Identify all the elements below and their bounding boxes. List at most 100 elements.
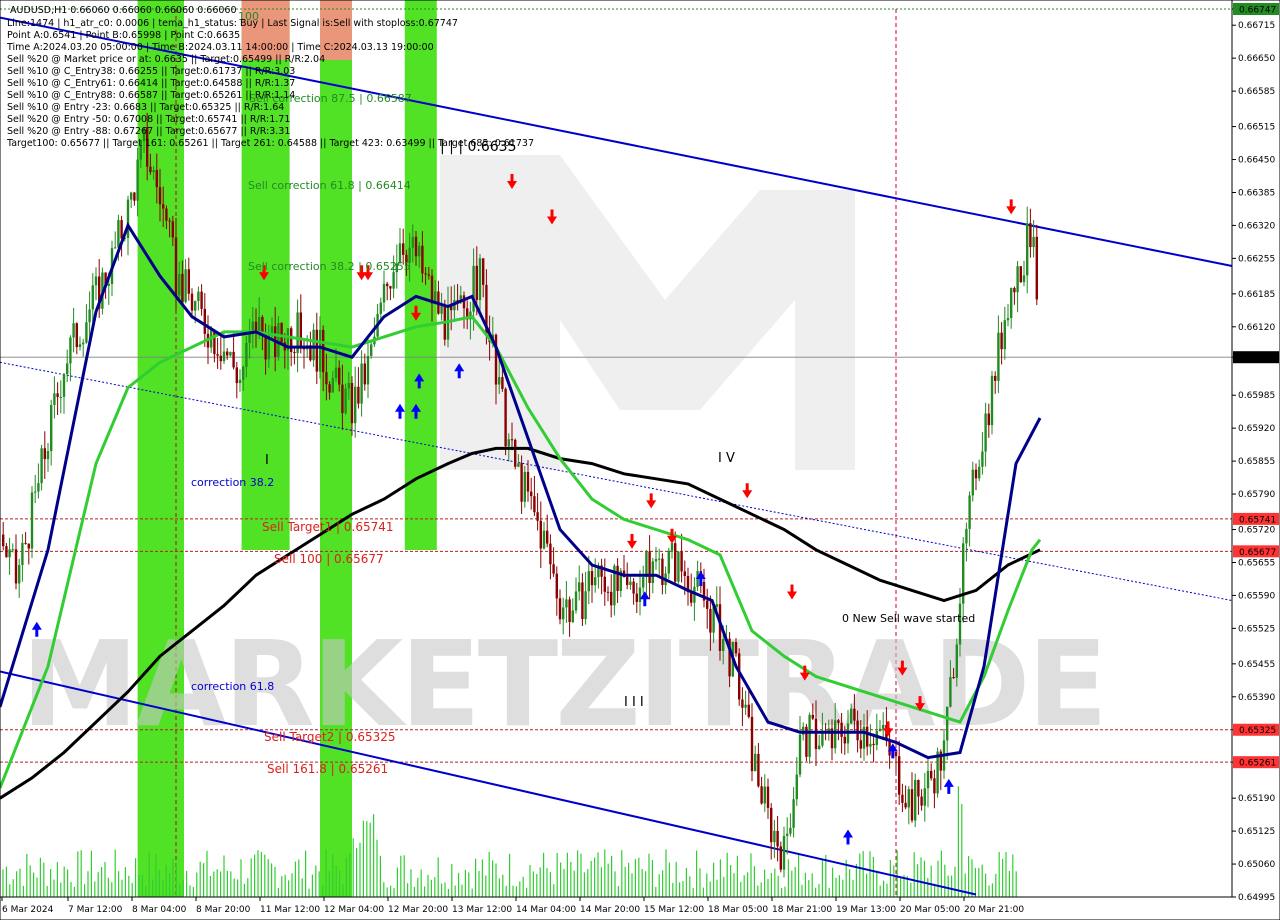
bullish-candle [523, 471, 526, 502]
bullish-candle [498, 377, 501, 385]
bearish-candle [510, 439, 514, 441]
bullish-candle [792, 799, 795, 828]
bullish-candle [37, 483, 40, 492]
bearish-candle [165, 208, 168, 221]
bearish-candle [994, 375, 997, 381]
chart-container: MARKETZITRADE Sell correction 87.5 | 0.6… [0, 0, 1280, 921]
bearish-candle [856, 720, 859, 741]
bearish-candle [674, 543, 677, 582]
bullish-candle [670, 543, 674, 551]
time-tick-label: 20 Mar 05:00 [900, 905, 960, 915]
price-tick-label: 0.64995 [1238, 893, 1275, 903]
bearish-candle [648, 551, 651, 584]
price-level-badge-label: 0.65261 [1239, 759, 1276, 769]
bearish-candle [709, 608, 712, 633]
bullish-candle [574, 591, 578, 611]
bearish-candle [533, 496, 536, 513]
bullish-candle [94, 276, 98, 286]
bullish-candle [834, 720, 837, 749]
time-tick-label: 19 Mar 13:00 [836, 905, 896, 915]
bullish-candle [594, 577, 597, 586]
bullish-candle [222, 351, 226, 362]
bearish-candle [386, 283, 389, 287]
bearish-candle [424, 273, 427, 275]
price-level-badge-label: 0.65741 [1239, 515, 1276, 525]
bearish-candle [226, 351, 229, 356]
bullish-candle [798, 734, 802, 775]
price-level-badge-label: 0.65677 [1239, 548, 1276, 558]
bullish-candle [62, 374, 66, 397]
bullish-candle [1032, 236, 1035, 248]
info-line: Sell %20 @ Entry -50: 0.67008 || Target:… [7, 114, 290, 125]
header-symbol: AUDUSD,H1 0.66060 0.66060 0.66060 0.6606… [10, 5, 237, 16]
bearish-candle [626, 576, 629, 585]
bullish-candle [850, 708, 853, 724]
annotation-sell-correction-382: Sell correction 38.2 | 0.65255 [248, 260, 411, 273]
time-tick-label: 20 Mar 21:00 [964, 905, 1024, 915]
info-line: Line:1474 | h1_atr_c0: 0.0006 | tema_h1_… [7, 18, 458, 29]
bullish-candle [658, 558, 661, 560]
bearish-candle [187, 269, 190, 294]
time-tick-label: 14 Mar 04:00 [516, 905, 576, 915]
time-tick-label: 14 Mar 20:00 [580, 905, 640, 915]
price-tick-label: 0.65125 [1238, 827, 1275, 837]
bullish-candle [1003, 320, 1006, 350]
bearish-candle [158, 187, 162, 205]
bullish-candle [997, 332, 1000, 381]
time-tick-label: 6 Mar 2024 [2, 905, 54, 915]
bullish-candle [8, 549, 11, 558]
annotation-sell-100: Sell 100 | 0.65677 [274, 552, 384, 566]
bearish-candle [814, 718, 818, 750]
bullish-candle [440, 305, 443, 314]
bearish-candle [952, 677, 955, 679]
bullish-candle [507, 439, 510, 447]
bullish-candle [354, 386, 357, 424]
bearish-candle [680, 551, 683, 572]
annotation-sell-target2: Sell Target2 | 0.65325 [264, 730, 396, 744]
bullish-candle [331, 378, 334, 393]
bearish-candle [181, 273, 184, 302]
bullish-candle [392, 272, 395, 289]
bearish-candle [341, 384, 344, 414]
bearish-candle [328, 384, 331, 393]
price-tick-label: 0.65655 [1238, 558, 1275, 568]
bullish-candle [651, 561, 654, 584]
bearish-candle [1013, 287, 1016, 293]
bullish-candle [46, 450, 50, 460]
bullish-candle [645, 551, 648, 578]
bullish-candle [587, 571, 590, 592]
bearish-candle [632, 581, 635, 594]
bearish-candle [904, 802, 907, 808]
bullish-candle [270, 326, 274, 334]
bearish-candle [299, 312, 302, 348]
bearish-candle [843, 736, 846, 744]
bearish-candle [866, 726, 869, 747]
time-tick-label: 12 Mar 04:00 [324, 905, 384, 915]
bearish-candle [750, 716, 754, 772]
price-tick-label: 0.66715 [1238, 21, 1275, 31]
price-tick-label: 0.66450 [1238, 156, 1275, 166]
info-line: Target100: 0.65677 || Target 161: 0.6526… [6, 138, 534, 149]
bearish-candle [859, 740, 862, 749]
bullish-candle [114, 247, 117, 249]
info-line: Sell %20 @ Market price or at: 0.6635 ||… [7, 54, 325, 65]
bullish-candle [238, 379, 242, 384]
bullish-candle [808, 714, 811, 757]
bullish-candle [117, 220, 120, 248]
bearish-candle [430, 275, 434, 304]
bearish-candle [757, 753, 760, 787]
bullish-candle [334, 367, 338, 379]
bearish-candle [590, 571, 594, 586]
annotation-sell-correction-618: Sell correction 61.8 | 0.66414 [248, 179, 411, 192]
bullish-candle [984, 413, 987, 452]
bearish-candle [920, 796, 923, 806]
bearish-candle [133, 192, 136, 201]
bullish-candle [914, 779, 917, 821]
bullish-candle [91, 285, 94, 310]
bearish-candle [539, 520, 542, 549]
bullish-candle [347, 382, 350, 389]
bullish-candle [722, 639, 725, 651]
time-tick-label: 12 Mar 20:00 [388, 905, 448, 915]
bullish-candle [968, 495, 971, 529]
bearish-candle [501, 377, 504, 389]
